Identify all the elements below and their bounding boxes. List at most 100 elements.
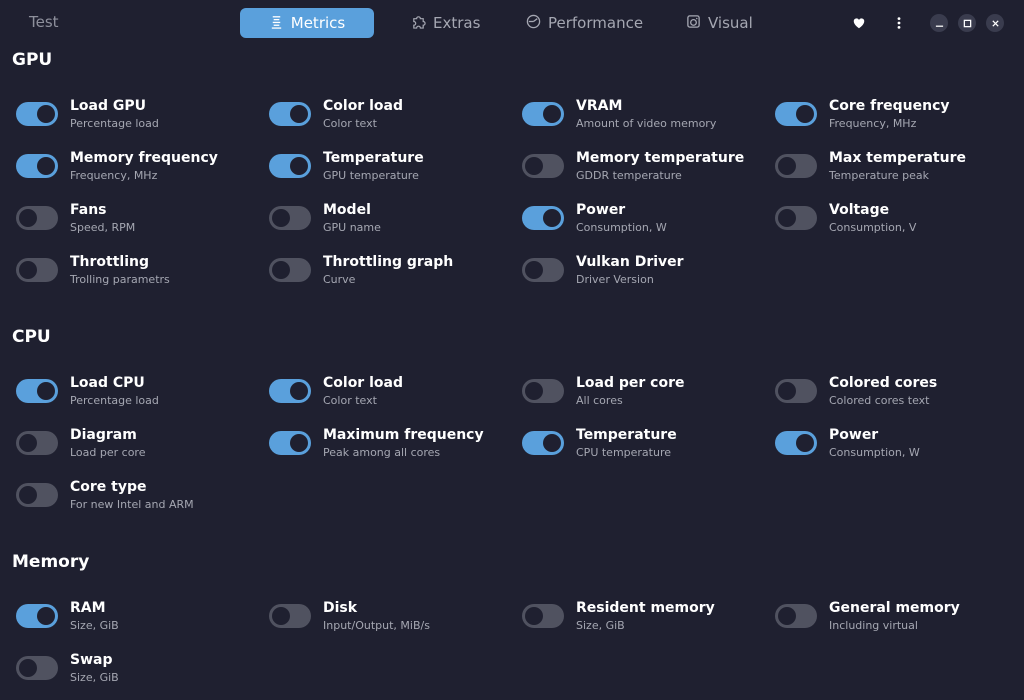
toggle-switch[interactable] [269,379,311,403]
setting-description: Color text [323,117,377,130]
setting-description: Size, GiB [576,619,625,632]
setting-gpu-fans: Fans Speed, RPM [12,202,252,242]
close-icon[interactable] [986,14,1004,32]
setting-description: Percentage load [70,394,159,407]
setting-label: Throttling graph [323,254,454,270]
toggle-knob [290,434,308,452]
setting-gpu-power: Power Consumption, W [518,202,758,242]
setting-description: GPU temperature [323,169,419,182]
setting-description: Peak among all cores [323,446,441,459]
setting-label: VRAM [576,98,623,114]
toggle-switch[interactable] [775,431,817,455]
toggle-knob [290,105,308,123]
toggle-switch[interactable] [269,604,311,628]
more-vertical-icon[interactable] [889,13,909,33]
toggle-switch[interactable] [16,258,58,282]
section-title-gpu: GPU [12,50,53,70]
toggle-switch[interactable] [16,102,58,126]
toggle-switch[interactable] [16,379,58,403]
tab-performance[interactable]: Performance [526,8,643,38]
toggle-switch[interactable] [16,656,58,680]
toggle-switch[interactable] [269,102,311,126]
setting-gpu-load-gpu: Load GPU Percentage load [12,98,252,138]
toggle-switch[interactable] [775,206,817,230]
toggle-switch[interactable] [16,206,58,230]
toggle-switch[interactable] [522,379,564,403]
app-title: Test [29,13,59,31]
setting-description: Trolling parametrs [70,273,170,286]
setting-label: Power [576,202,626,218]
toggle-switch[interactable] [775,379,817,403]
toggle-switch[interactable] [269,154,311,178]
toggle-knob [19,486,37,504]
setting-cpu-load-cpu: Load CPU Percentage load [12,375,252,415]
toggle-switch[interactable] [16,431,58,455]
setting-gpu-memory-temperature: Memory temperature GDDR temperature [518,150,758,190]
setting-description: Frequency, MHz [70,169,158,182]
toggle-switch[interactable] [269,206,311,230]
toggle-switch[interactable] [16,604,58,628]
toggle-knob [525,607,543,625]
toggle-knob [19,434,37,452]
toggle-switch[interactable] [775,154,817,178]
setting-description: Consumption, V [829,221,917,234]
setting-label: General memory [829,600,960,616]
toggle-switch[interactable] [522,206,564,230]
toggle-switch[interactable] [522,154,564,178]
toggle-switch[interactable] [16,483,58,507]
setting-description: Speed, RPM [70,221,136,234]
setting-description: Load per core [70,446,146,459]
setting-gpu-vulkan-driver: Vulkan Driver Driver Version [518,254,758,294]
setting-gpu-throttling-graph: Throttling graph Curve [265,254,505,294]
toggle-switch[interactable] [775,604,817,628]
setting-memory-disk: Disk Input/Output, MiB/s [265,600,505,640]
setting-cpu-core-type: Core type For new Intel and ARM [12,479,252,519]
toggle-knob [37,382,55,400]
maximize-icon[interactable] [958,14,976,32]
setting-description: Consumption, W [576,221,667,234]
setting-description: Including virtual [829,619,918,632]
setting-memory-resident-memory: Resident memory Size, GiB [518,600,758,640]
toggle-knob [543,434,561,452]
toggle-switch[interactable] [522,431,564,455]
setting-description: Size, GiB [70,619,119,632]
setting-cpu-load-per-core: Load per core All cores [518,375,758,415]
tab-label: Visual [708,14,753,32]
setting-description: GDDR temperature [576,169,682,182]
toggle-switch[interactable] [16,154,58,178]
toggle-switch[interactable] [775,102,817,126]
setting-label: Fans [70,202,107,218]
tab-visual[interactable]: Visual [686,8,753,38]
minimize-icon[interactable] [930,14,948,32]
setting-label: Color load [323,98,403,114]
setting-cpu-temperature: Temperature CPU temperature [518,427,758,467]
heart-icon[interactable] [849,13,869,33]
toggle-knob [19,209,37,227]
toggle-switch[interactable] [522,102,564,126]
setting-description: Driver Version [576,273,654,286]
setting-label: Memory temperature [576,150,745,166]
setting-cpu-diagram: Diagram Load per core [12,427,252,467]
setting-memory-ram: RAM Size, GiB [12,600,252,640]
toggle-knob [543,105,561,123]
toggle-knob [796,434,814,452]
setting-description: Curve [323,273,356,286]
setting-label: Temperature [323,150,424,166]
setting-description: GPU name [323,221,381,234]
toggle-switch[interactable] [522,604,564,628]
setting-memory-general-memory: General memory Including virtual [771,600,1011,640]
tab-extras[interactable]: Extras [411,8,480,38]
toggle-switch[interactable] [522,258,564,282]
setting-label: Color load [323,375,403,391]
setting-label: Voltage [829,202,890,218]
toggle-knob [272,209,290,227]
setting-label: Load CPU [70,375,145,391]
toggle-switch[interactable] [269,431,311,455]
tab-metrics[interactable]: Metrics [240,8,374,38]
toggle-knob [543,209,561,227]
setting-cpu-color-load: Color load Color text [265,375,505,415]
setting-description: Amount of video memory [576,117,717,130]
setting-gpu-max-temperature: Max temperature Temperature peak [771,150,1011,190]
setting-cpu-colored-cores: Colored cores Colored cores text [771,375,1011,415]
toggle-switch[interactable] [269,258,311,282]
